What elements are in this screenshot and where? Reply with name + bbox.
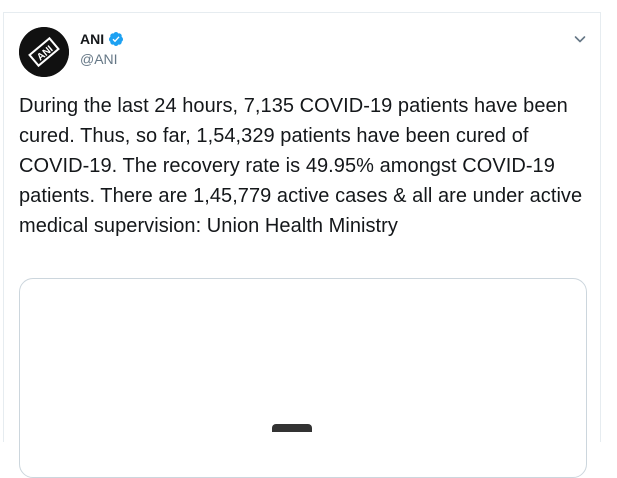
author-block: ANI @ANI [80, 30, 124, 67]
author-avatar[interactable]: ANI [19, 27, 69, 77]
chevron-down-icon[interactable] [572, 31, 588, 47]
author-handle[interactable]: @ANI [80, 51, 124, 67]
ani-logo-icon: ANI [19, 27, 69, 77]
name-row: ANI [80, 30, 124, 48]
author-display-name[interactable]: ANI [80, 31, 104, 47]
tweet-card[interactable]: ANI ANI @ANI During the last 24 hours, 7… [3, 12, 601, 478]
verified-badge-icon [109, 32, 124, 46]
media-preview-image [272, 424, 312, 432]
tweet-text: During the last 24 hours, 7,135 COVID-19… [19, 95, 583, 237]
media-card[interactable] [19, 278, 587, 478]
